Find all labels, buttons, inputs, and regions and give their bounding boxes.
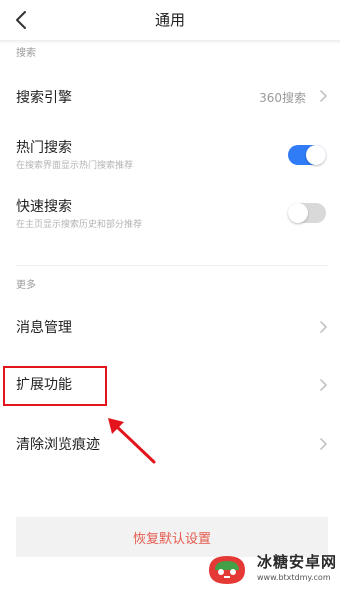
- quick-search-sublabel: 在主页显示搜索历史和部分推荐: [16, 220, 143, 230]
- hot-search-sublabel: 在搜索界面显示热门搜索推荐: [16, 161, 134, 171]
- chevron-right-icon: [320, 379, 327, 391]
- header-divider: [0, 40, 340, 44]
- quick-search-label: 快速搜索: [16, 199, 72, 215]
- reset-defaults-label: 恢复默认设置: [132, 532, 211, 547]
- watermark-logo: [209, 556, 245, 584]
- chevron-right-icon: [320, 321, 327, 333]
- hot-search-toggle[interactable]: [288, 145, 326, 165]
- search-engine-value: 360搜索: [259, 91, 306, 105]
- page-title: 通用: [154, 11, 185, 29]
- section-divider: [16, 265, 328, 266]
- hot-search-row: 热门搜索 在搜索界面显示热门搜索推荐: [0, 134, 340, 176]
- search-engine-label: 搜索引擎: [16, 90, 72, 106]
- section-label-more: 更多: [16, 280, 36, 291]
- chevron-right-icon: [320, 438, 327, 450]
- menu-item-clear-history[interactable]: 清除浏览痕迹: [0, 424, 340, 464]
- watermark: 冰糖安卓网 www.btxtdmy.com: [205, 548, 340, 590]
- section-label-search: 搜索: [16, 48, 36, 59]
- quick-search-toggle[interactable]: [288, 203, 326, 223]
- menu-item-label: 清除浏览痕迹: [16, 437, 100, 453]
- nav-bar: 通用: [0, 0, 340, 40]
- menu-item-message-management[interactable]: 消息管理: [0, 308, 340, 348]
- hot-search-label: 热门搜索: [16, 140, 72, 156]
- quick-search-row: 快速搜索 在主页显示搜索历史和部分推荐: [0, 193, 340, 235]
- watermark-name: 冰糖安卓网: [257, 553, 338, 571]
- toggle-knob: [306, 145, 326, 165]
- menu-item-label: 消息管理: [16, 320, 72, 336]
- highlight-box: [3, 366, 107, 406]
- watermark-url: www.btxtdmy.com: [257, 573, 331, 582]
- annotation-arrow-icon: [108, 418, 156, 464]
- search-engine-row[interactable]: 搜索引擎 360搜索: [0, 76, 340, 116]
- toggle-knob: [288, 203, 308, 223]
- chevron-right-icon: [320, 90, 327, 102]
